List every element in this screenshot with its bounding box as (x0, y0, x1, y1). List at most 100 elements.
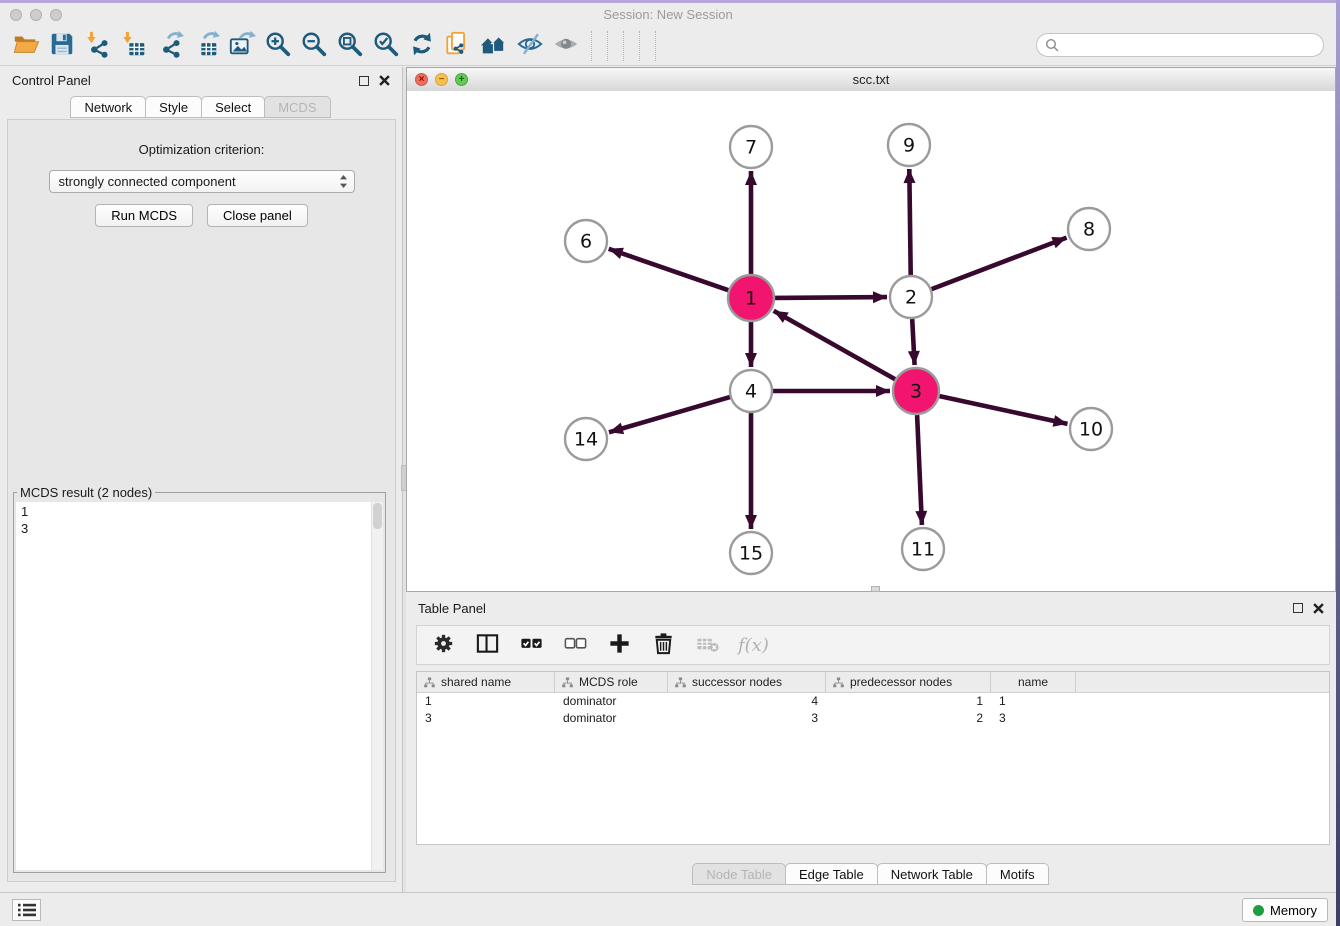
deselect-all-columns-button[interactable] (562, 632, 589, 659)
table-cell[interactable]: 3 (668, 710, 826, 727)
show-graphics-details-button[interactable] (548, 29, 584, 63)
search-input[interactable] (1064, 35, 1323, 55)
node-1[interactable]: 1 (728, 275, 774, 321)
zoom-selected-button[interactable] (368, 29, 404, 63)
close-panel-icon[interactable] (379, 75, 390, 86)
optimization-criterion-select[interactable]: strongly connected component (49, 170, 355, 193)
node-7[interactable]: 7 (730, 126, 772, 168)
float-panel-icon[interactable] (359, 76, 369, 86)
table-row[interactable]: 1dominator411 (417, 693, 1329, 710)
column-header-name[interactable]: name (991, 672, 1076, 692)
tab-mcds[interactable]: MCDS (264, 96, 330, 118)
zoom-out-button[interactable] (296, 29, 332, 63)
zoom-fit-button[interactable] (332, 29, 368, 63)
table-cell[interactable]: dominator (555, 693, 668, 710)
new-network-from-selection-button[interactable] (440, 29, 476, 63)
table-row[interactable]: 3dominator323 (417, 710, 1329, 727)
sort-column-icon[interactable] (562, 677, 573, 688)
tab-motifs[interactable]: Motifs (986, 863, 1049, 885)
first-neighbors-button[interactable] (476, 29, 512, 63)
edge-3-10[interactable] (940, 396, 1068, 424)
task-list-icon (18, 903, 36, 917)
node-15[interactable]: 15 (730, 532, 772, 574)
close-view-button[interactable]: × (415, 73, 428, 86)
close-panel-button[interactable]: Close panel (207, 204, 308, 227)
tab-node-table[interactable]: Node Table (692, 863, 786, 885)
table-cell[interactable]: 3 (417, 710, 555, 727)
sort-column-icon[interactable] (424, 677, 435, 688)
table-settings-button[interactable] (430, 632, 457, 659)
node-9[interactable]: 9 (888, 124, 930, 166)
view-resize-handle[interactable] (871, 586, 880, 592)
column-header-successor-nodes[interactable]: successor nodes (668, 672, 826, 692)
close-table-panel-icon[interactable] (1313, 603, 1324, 614)
export-image-button[interactable] (224, 29, 260, 63)
table-cell[interactable]: dominator (555, 710, 668, 727)
node-table[interactable]: shared nameMCDS rolesuccessor nodesprede… (416, 671, 1330, 845)
column-header-predecessor-nodes[interactable]: predecessor nodes (826, 672, 991, 692)
node-14[interactable]: 14 (565, 418, 607, 460)
select-all-columns-button[interactable] (518, 632, 545, 659)
table-cell[interactable]: 1 (826, 693, 991, 710)
node-4[interactable]: 4 (730, 370, 772, 412)
sort-column-icon[interactable] (675, 677, 686, 688)
tab-select[interactable]: Select (201, 96, 265, 118)
delete-columns-button[interactable] (650, 632, 677, 659)
table-panel: Table Panel f(x) shared nameMCDS rolesuc… (406, 595, 1336, 892)
memory-button[interactable]: Memory (1242, 898, 1328, 922)
network-canvas[interactable]: 7 9 6 8 1 2 4 3 14 10 15 11 (407, 91, 1335, 591)
zoom-out-icon (300, 30, 328, 61)
console-button[interactable] (12, 899, 41, 921)
node-6[interactable]: 6 (565, 220, 607, 262)
toggle-column-panel-button[interactable] (474, 632, 501, 659)
maximize-view-button[interactable]: + (455, 73, 468, 86)
table-cell[interactable]: 3 (991, 710, 1076, 727)
minimize-view-button[interactable]: − (435, 73, 448, 86)
toolbar-separator (623, 31, 625, 61)
edge-2-8[interactable] (932, 238, 1067, 290)
edge-2-3[interactable] (912, 319, 914, 365)
tab-network-table[interactable]: Network Table (877, 863, 987, 885)
workspace: × − + scc.txt 7968124314101511 Table Pan… (406, 67, 1336, 892)
result-scrollbar[interactable] (371, 502, 383, 870)
export-network-button[interactable] (152, 29, 188, 63)
mcds-result-area[interactable]: 1 3 (16, 502, 383, 870)
edge-3-11[interactable] (917, 415, 922, 525)
open-session-button[interactable] (8, 29, 44, 63)
tab-network[interactable]: Network (70, 96, 146, 118)
node-11[interactable]: 11 (902, 528, 944, 570)
tab-style[interactable]: Style (145, 96, 202, 118)
sort-column-icon[interactable] (833, 677, 844, 688)
import-network-icon (84, 30, 112, 61)
node-10[interactable]: 10 (1070, 408, 1112, 450)
network-view-window: × − + scc.txt 7968124314101511 (406, 67, 1336, 592)
edge-1-6[interactable] (609, 249, 729, 290)
table-cell[interactable]: 1 (417, 693, 555, 710)
result-scrollbar-thumb[interactable] (373, 503, 382, 529)
run-mcds-button[interactable]: Run MCDS (95, 204, 193, 227)
column-header-shared-name[interactable]: shared name (417, 672, 555, 692)
add-column-button[interactable] (606, 632, 633, 659)
edge-1-2[interactable] (775, 297, 887, 298)
tab-edge-table[interactable]: Edge Table (785, 863, 878, 885)
import-table-button[interactable] (116, 29, 152, 63)
export-table-button[interactable] (188, 29, 224, 63)
edge-3-1[interactable] (774, 311, 896, 379)
float-table-panel-icon[interactable] (1293, 603, 1303, 613)
node-2[interactable]: 2 (890, 276, 932, 318)
column-header-MCDS-role[interactable]: MCDS role (555, 672, 668, 692)
zoom-in-button[interactable] (260, 29, 296, 63)
apply-preferred-layout-button[interactable] (404, 29, 440, 63)
hide-graphics-details-button[interactable] (512, 29, 548, 63)
save-session-button[interactable] (44, 29, 80, 63)
app-titlebar: Session: New Session (0, 3, 1336, 26)
search-box[interactable] (1036, 33, 1324, 57)
table-cell[interactable]: 1 (991, 693, 1076, 710)
edge-4-14[interactable] (609, 397, 730, 432)
node-8[interactable]: 8 (1068, 208, 1110, 250)
edge-2-9[interactable] (909, 169, 910, 275)
import-network-button[interactable] (80, 29, 116, 63)
table-cell[interactable]: 4 (668, 693, 826, 710)
table-cell[interactable]: 2 (826, 710, 991, 727)
node-3[interactable]: 3 (893, 368, 939, 414)
